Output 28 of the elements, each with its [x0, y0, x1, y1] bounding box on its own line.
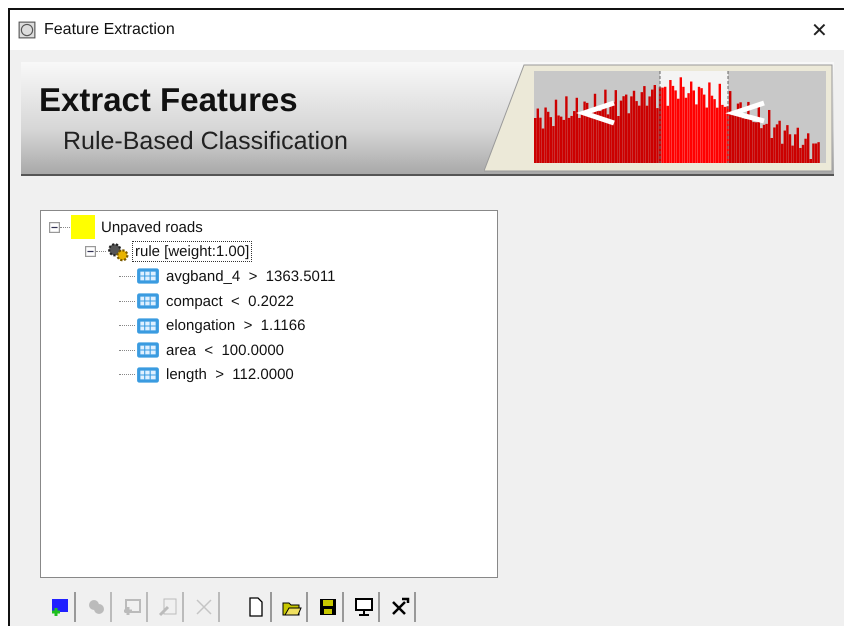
gears-icon	[107, 242, 129, 262]
tree-item[interactable]: length > 112.0000	[163, 364, 297, 386]
gears-icon	[86, 597, 106, 617]
tree-item[interactable]: rule [weight:1.00]	[132, 241, 252, 262]
add-class-icon	[50, 597, 70, 617]
tree-item[interactable]: compact < 0.2022	[163, 290, 297, 312]
tools-icon	[390, 597, 410, 617]
table-icon	[136, 316, 160, 335]
delete-icon	[194, 597, 214, 617]
table-icon	[136, 267, 160, 286]
add-table-icon	[122, 597, 142, 617]
close-button[interactable]: ✕	[803, 18, 836, 42]
tree-item[interactable]: avgband_4 > 1363.5011	[163, 266, 338, 287]
banner-title: Extract Features	[39, 80, 299, 118]
tree-item[interactable]: area < 100.0000	[163, 340, 288, 361]
app-icon	[18, 21, 36, 39]
collapse-icon[interactable]	[49, 222, 60, 233]
edit-document-icon	[158, 597, 178, 617]
table-icon	[136, 341, 160, 360]
collapse-icon[interactable]	[85, 246, 96, 258]
tree-item[interactable]: Unpaved roads	[98, 216, 206, 238]
monitor-icon	[354, 597, 374, 617]
window-title: Feature Extraction	[44, 21, 176, 39]
tree-item[interactable]: elongation > 1.1166	[163, 315, 308, 336]
table-icon	[136, 292, 160, 310]
banner-subtitle: Rule-Based Classification	[63, 126, 348, 156]
save-icon	[318, 597, 338, 617]
table-icon	[136, 366, 160, 384]
